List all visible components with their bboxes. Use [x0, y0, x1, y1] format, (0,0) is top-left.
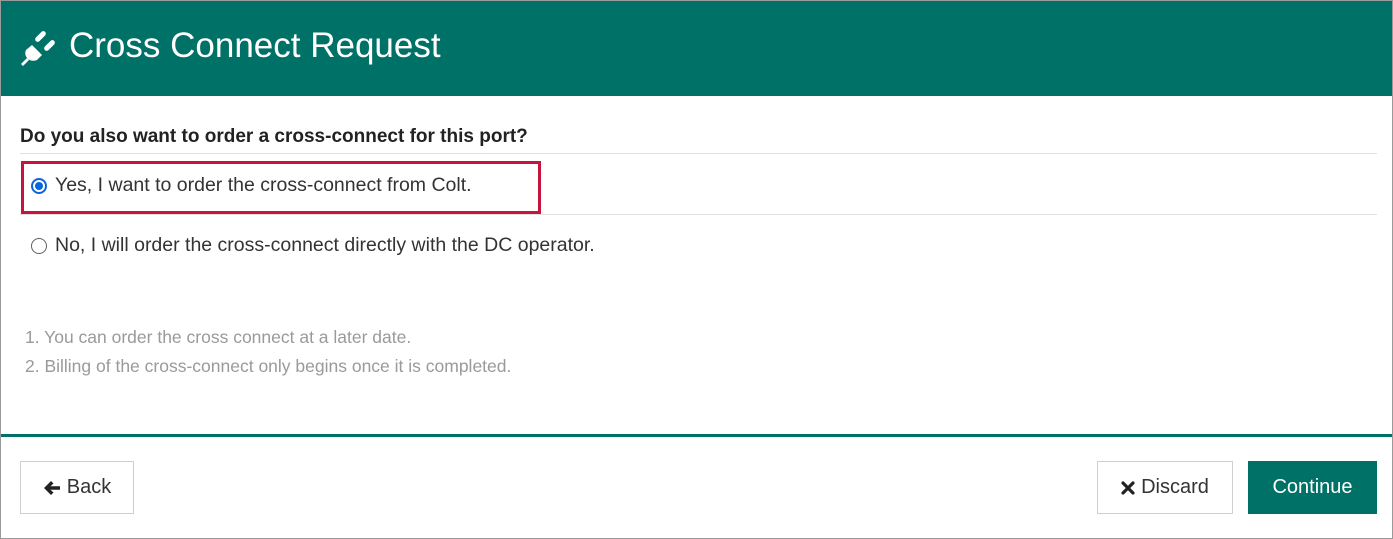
cross-connect-question: Do you also want to order a cross-connec… — [20, 126, 528, 147]
back-button[interactable]: Back — [20, 461, 134, 514]
option-no-label: No, I will order the cross-connect direc… — [55, 234, 595, 256]
plug-icon — [19, 26, 61, 68]
radio-yes[interactable] — [31, 177, 47, 194]
discard-label: Discard — [1141, 476, 1209, 498]
arrow-left-icon — [43, 480, 61, 496]
continue-button[interactable]: Continue — [1248, 461, 1377, 514]
option-yes-label: Yes, I want to order the cross-connect f… — [55, 174, 472, 196]
notes: 1. You can order the cross connect at a … — [25, 323, 511, 381]
dialog-header: Cross Connect Request — [1, 1, 1392, 96]
cross-connect-dialog: Cross Connect Request Do you also want t… — [0, 0, 1393, 539]
discard-button[interactable]: Discard — [1097, 461, 1233, 514]
footer-divider — [1, 434, 1392, 437]
divider — [20, 153, 1377, 154]
dialog-title: Cross Connect Request — [69, 26, 441, 65]
radio-no[interactable] — [31, 237, 47, 254]
option-no[interactable]: No, I will order the cross-connect direc… — [31, 234, 595, 257]
note-item: 2. Billing of the cross-connect only beg… — [25, 356, 512, 376]
back-label: Back — [66, 476, 112, 498]
divider — [20, 214, 1377, 215]
note-item: 1. You can order the cross connect at a … — [25, 327, 412, 347]
continue-label: Continue — [1272, 476, 1353, 498]
option-yes[interactable]: Yes, I want to order the cross-connect f… — [31, 174, 472, 197]
close-icon — [1121, 480, 1135, 495]
